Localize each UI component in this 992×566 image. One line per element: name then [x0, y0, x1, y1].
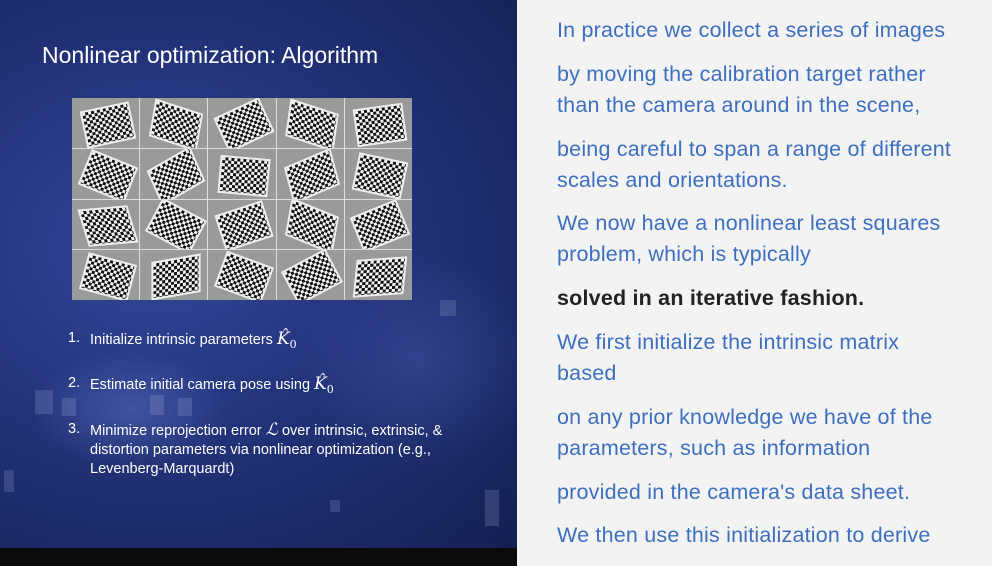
- calibration-image-grid: [72, 98, 412, 300]
- background-square: [4, 470, 14, 492]
- math-symbol: K̂: [276, 329, 290, 349]
- calibration-photo: [276, 250, 344, 300]
- calibration-photo: [140, 250, 208, 300]
- calibration-photo: [344, 199, 412, 250]
- calibration-photo: [72, 199, 140, 250]
- slide-panel: Nonlinear optimization: Algorithm 1. Ini…: [0, 0, 517, 548]
- transcript-line-current[interactable]: solved in an iterative fashion.: [557, 283, 864, 314]
- calibration-photo: [208, 98, 276, 148]
- calibration-photo: [276, 148, 344, 199]
- slide-title: Nonlinear optimization: Algorithm: [42, 42, 379, 68]
- transcript-line[interactable]: We now have a nonlinear least squares: [557, 208, 940, 239]
- transcript-line[interactable]: provided in the camera's data sheet.: [557, 477, 910, 508]
- transcript-line[interactable]: In practice we collect a series of image…: [557, 15, 945, 46]
- math-symbol: K̂: [314, 374, 327, 394]
- transcript-line[interactable]: based: [557, 358, 617, 389]
- calibration-photo: [276, 199, 344, 250]
- transcript-line[interactable]: than the camera around in the scene,: [557, 90, 920, 121]
- calibration-photo: [276, 98, 344, 148]
- transcript-line[interactable]: We first initialize the intrinsic matrix: [557, 327, 899, 358]
- transcript-line[interactable]: problem, which is typically: [557, 239, 811, 270]
- transcript-line[interactable]: being careful to span a range of differe…: [557, 134, 951, 165]
- transcript-line[interactable]: by moving the calibration target rather: [557, 59, 926, 90]
- calibration-photo: [344, 250, 412, 300]
- step-number: 3.: [68, 421, 81, 437]
- calibration-photo: [208, 199, 276, 250]
- background-square: [485, 490, 499, 526]
- calibration-photo: [344, 148, 412, 199]
- background-square: [62, 398, 76, 416]
- background-square: [330, 500, 340, 512]
- math-subscript: 0: [289, 338, 297, 351]
- math-symbol: ℒ: [265, 420, 278, 440]
- background-square: [440, 300, 456, 316]
- step-text: Estimate initial camera pose using: [90, 377, 315, 393]
- background-square: [35, 390, 53, 414]
- calibration-photo: [344, 98, 412, 148]
- slide-bottom-bar: [0, 548, 517, 566]
- calibration-photo: [72, 148, 140, 199]
- step-text: Initialize intrinsic parameters: [90, 332, 277, 348]
- step-number: 2.: [68, 375, 81, 391]
- step-number: 1.: [68, 330, 81, 346]
- calibration-photo: [140, 148, 208, 199]
- math-subscript: 0: [326, 383, 334, 396]
- calibration-photo: [140, 199, 208, 250]
- calibration-photo: [72, 250, 140, 300]
- transcript-line[interactable]: scales and orientations.: [557, 165, 788, 196]
- calibration-photo: [72, 98, 140, 148]
- calibration-photo: [140, 98, 208, 148]
- step-text: Minimize reprojection error: [90, 423, 266, 439]
- calibration-photo: [208, 148, 276, 199]
- calibration-photo: [208, 250, 276, 300]
- background-square: [178, 398, 192, 416]
- transcript-line[interactable]: We then use this initialization to deriv…: [557, 520, 931, 551]
- transcript-line[interactable]: parameters, such as information: [557, 433, 870, 464]
- transcript-line[interactable]: on any prior knowledge we have of the: [557, 402, 933, 433]
